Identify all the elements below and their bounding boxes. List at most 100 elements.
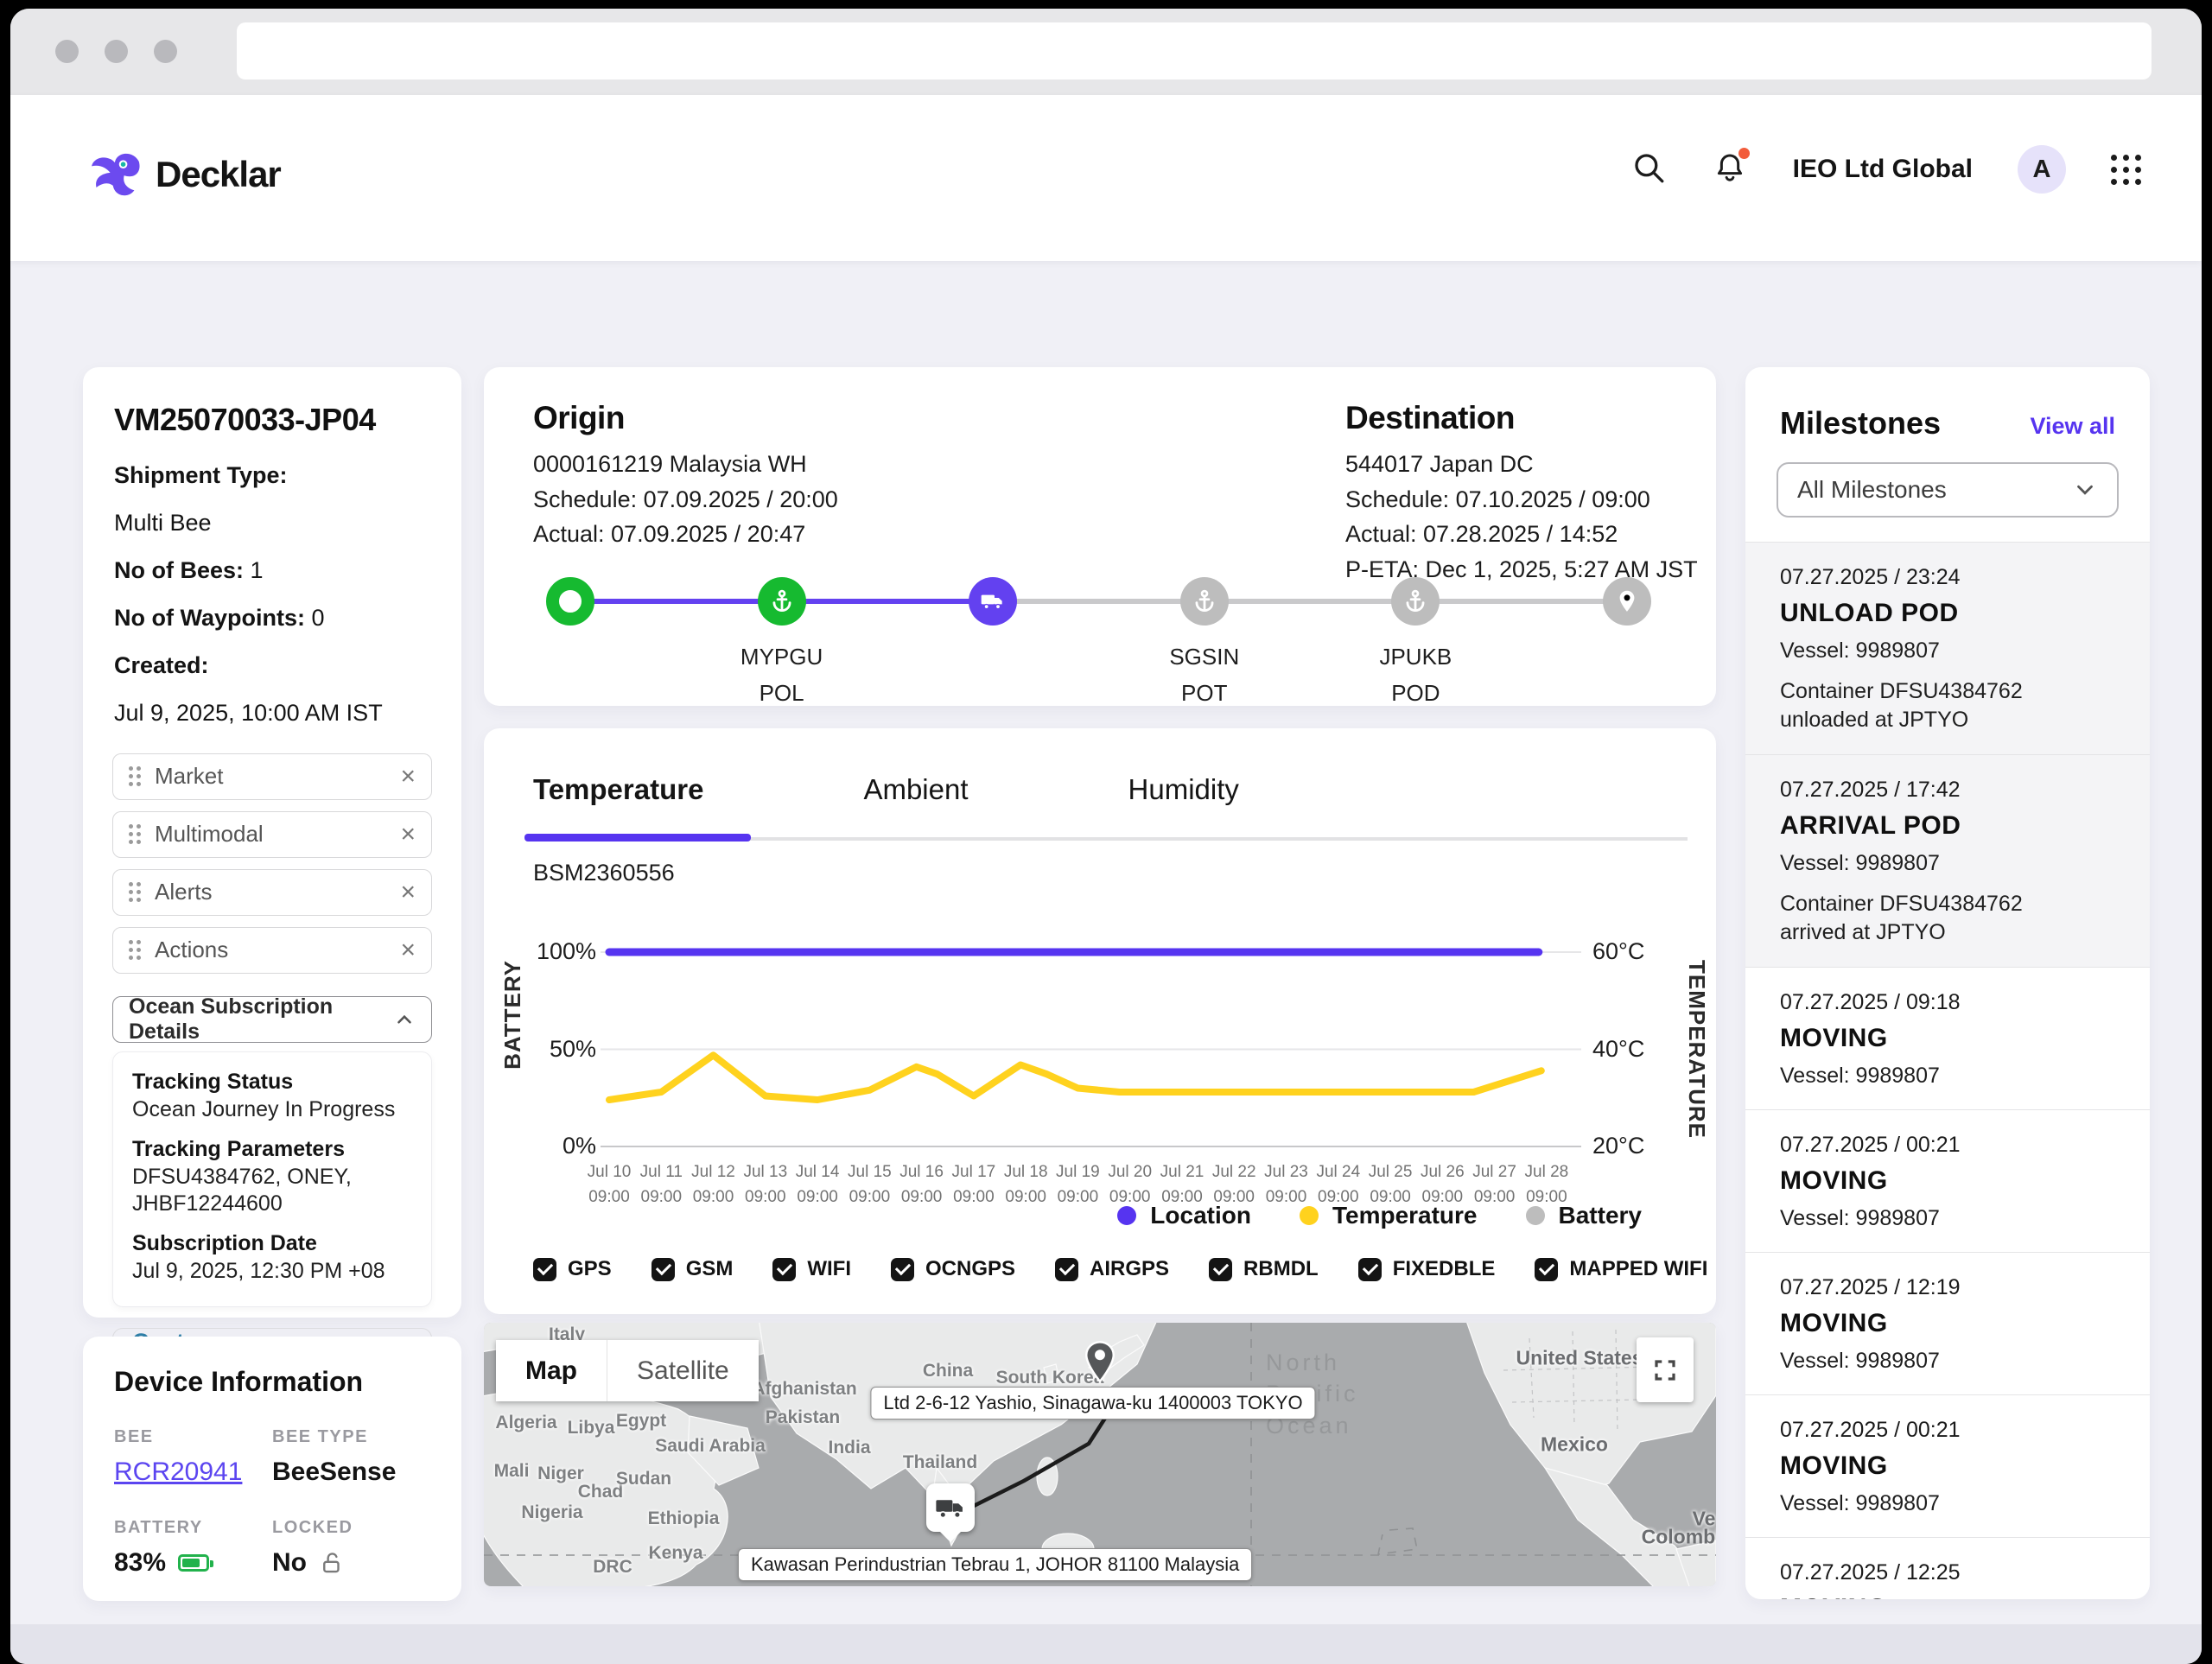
search-icon[interactable]	[1630, 149, 1667, 190]
tracking-status-value: Ocean Journey In Progress	[132, 1096, 412, 1123]
timeline-connector	[1011, 599, 1189, 604]
legend-item[interactable]: Battery	[1526, 1202, 1642, 1229]
timeline-connector	[799, 599, 977, 604]
legend-item[interactable]: Location	[1117, 1202, 1251, 1229]
drag-handle-icon[interactable]	[129, 766, 141, 786]
origin-location: 0000161219 Malaysia WH	[533, 447, 1052, 482]
map-country-label: Saudi Arabia	[655, 1436, 766, 1457]
map-country-label: DRC	[593, 1557, 632, 1578]
map-panel[interactable]: Italy Algeria Libya Egypt Saudi Arabia M…	[484, 1323, 1716, 1586]
shipment-progress-timeline: MYPGU POL	[546, 577, 1651, 626]
drag-handle-icon[interactable]	[129, 824, 141, 844]
signal-checkbox-item[interactable]: RBMDL	[1209, 1257, 1319, 1281]
checkbox-icon[interactable]	[1209, 1258, 1232, 1281]
checkbox-icon[interactable]	[1055, 1258, 1078, 1281]
legend-swatch	[1300, 1206, 1319, 1225]
checkbox-icon[interactable]	[1535, 1258, 1558, 1281]
notifications-bell-icon[interactable]	[1712, 149, 1748, 190]
timeline-connector	[1222, 599, 1400, 604]
anchor-icon	[768, 587, 796, 615]
signal-checkbox-item[interactable]: MAPPED WIFI	[1535, 1257, 1707, 1281]
timeline-node	[1603, 577, 1651, 626]
signal-checkbox-item[interactable]: GSM	[652, 1257, 734, 1281]
anchor-icon	[1191, 587, 1218, 615]
timeline-node-labels: MYPGU POL	[704, 639, 860, 711]
destination-actual: Actual: 07.28.2025 / 14:52	[1345, 517, 1708, 552]
checkbox-icon[interactable]	[891, 1258, 914, 1281]
x-tick: Jul 1309:00	[743, 1160, 787, 1210]
apps-grid-icon[interactable]	[2111, 155, 2141, 185]
milestone-vessel: Vessel: 9989807	[1780, 638, 2115, 664]
bee-type-value: BeeSense	[272, 1458, 430, 1487]
signal-label: OCNGPS	[925, 1257, 1015, 1281]
destination-pin-marker[interactable]	[1082, 1338, 1118, 1391]
chip-remove-icon[interactable]: ×	[400, 878, 416, 907]
milestone-item: 07.27.2025 / 12:25 MOVING Vessel: 998980…	[1745, 1537, 2150, 1599]
checkbox-icon[interactable]	[533, 1258, 556, 1281]
view-all-link[interactable]: View all	[2030, 413, 2115, 440]
chip-remove-icon[interactable]: ×	[400, 762, 416, 791]
signal-checkbox-item[interactable]: AIRGPS	[1055, 1257, 1169, 1281]
origin-actual: Actual: 07.09.2025 / 20:47	[533, 517, 1052, 552]
x-tick: Jul 1809:00	[1004, 1160, 1048, 1210]
sensor-tab[interactable]: Temperature	[533, 773, 703, 806]
chart-legend: Location Temperature Battery	[1117, 1202, 1642, 1229]
checkbox-icon[interactable]	[652, 1258, 675, 1281]
bees-value: 1	[251, 557, 264, 583]
current-position-truck-marker[interactable]	[926, 1483, 975, 1532]
device-information-card: Device Information BEE RCR20941 BEE TYPE…	[83, 1337, 461, 1601]
sensor-tab[interactable]: Humidity	[1128, 773, 1239, 806]
map-country-label: Afghanistan	[752, 1379, 856, 1400]
timeline-node-labels: JPUKB POD	[1338, 639, 1493, 711]
timeline-port-role: POT	[1127, 676, 1282, 712]
milestones-title: Milestones	[1780, 405, 2030, 441]
signal-checkbox-item[interactable]: OCNGPS	[891, 1257, 1015, 1281]
milestones-filter-value: All Milestones	[1797, 476, 2072, 504]
milestone-title: MOVING	[1780, 1166, 2115, 1196]
sensor-tab[interactable]: Ambient	[863, 773, 968, 806]
drag-handle-icon[interactable]	[129, 882, 141, 902]
x-tick: Jul 1009:00	[588, 1160, 632, 1210]
milestone-vessel: Vessel: 9989807	[1780, 1491, 2115, 1516]
timeline-port-code: SGSIN	[1127, 639, 1282, 676]
legend-swatch	[1526, 1206, 1545, 1225]
signal-checkbox-item[interactable]: GPS	[533, 1257, 612, 1281]
timeline-node-circle	[1603, 577, 1651, 626]
timeline-connector	[1433, 599, 1611, 604]
fullscreen-button[interactable]	[1637, 1337, 1694, 1402]
milestones-filter-dropdown[interactable]: All Milestones	[1777, 462, 2119, 518]
map-button[interactable]: Map	[496, 1340, 607, 1401]
org-name[interactable]: IEO Ltd Global	[1793, 155, 1973, 184]
checkbox-icon[interactable]	[772, 1258, 796, 1281]
ocean-subscription-toggle[interactable]: Ocean Subscription Details	[112, 996, 432, 1043]
created-value: Jul 9, 2025, 10:00 AM IST	[114, 698, 435, 728]
bee-type-label: BEE TYPE	[272, 1427, 430, 1447]
sensor-chart-card: Temperature Ambient Humidity BSM2360556 …	[484, 728, 1716, 1314]
widget-chip[interactable]: Alerts ×	[112, 869, 432, 916]
widget-chip[interactable]: Market ×	[112, 753, 432, 800]
sensor-line-chart[interactable]	[609, 952, 1573, 1146]
widget-chip[interactable]: Actions ×	[112, 927, 432, 974]
signal-checkbox-item[interactable]: WIFI	[772, 1257, 851, 1281]
legend-item[interactable]: Temperature	[1300, 1202, 1478, 1229]
widget-chip[interactable]: Multimodal ×	[112, 811, 432, 858]
timeline-node	[969, 577, 1017, 626]
axis-tick-label: 100%	[501, 938, 596, 965]
locked-value: No	[272, 1548, 307, 1578]
window-controls[interactable]	[55, 40, 177, 63]
axis-tick-label: 50%	[501, 1036, 596, 1063]
url-bar[interactable]	[237, 22, 2152, 79]
signal-checkbox-item[interactable]: FIXEDBLE	[1358, 1257, 1496, 1281]
checkbox-icon[interactable]	[1358, 1258, 1382, 1281]
window-minimize-icon[interactable]	[105, 40, 128, 63]
drag-handle-icon[interactable]	[129, 940, 141, 960]
chip-remove-icon[interactable]: ×	[400, 936, 416, 965]
origin-block: Origin 0000161219 Malaysia WH Schedule: …	[533, 400, 1052, 552]
avatar[interactable]: A	[2018, 145, 2066, 194]
milestone-datetime: 07.27.2025 / 12:25	[1780, 1560, 2115, 1585]
bee-id-link[interactable]: RCR20941	[114, 1458, 242, 1487]
chip-remove-icon[interactable]: ×	[400, 820, 416, 849]
window-close-icon[interactable]	[55, 40, 79, 63]
window-maximize-icon[interactable]	[154, 40, 177, 63]
satellite-button[interactable]: Satellite	[607, 1340, 759, 1401]
